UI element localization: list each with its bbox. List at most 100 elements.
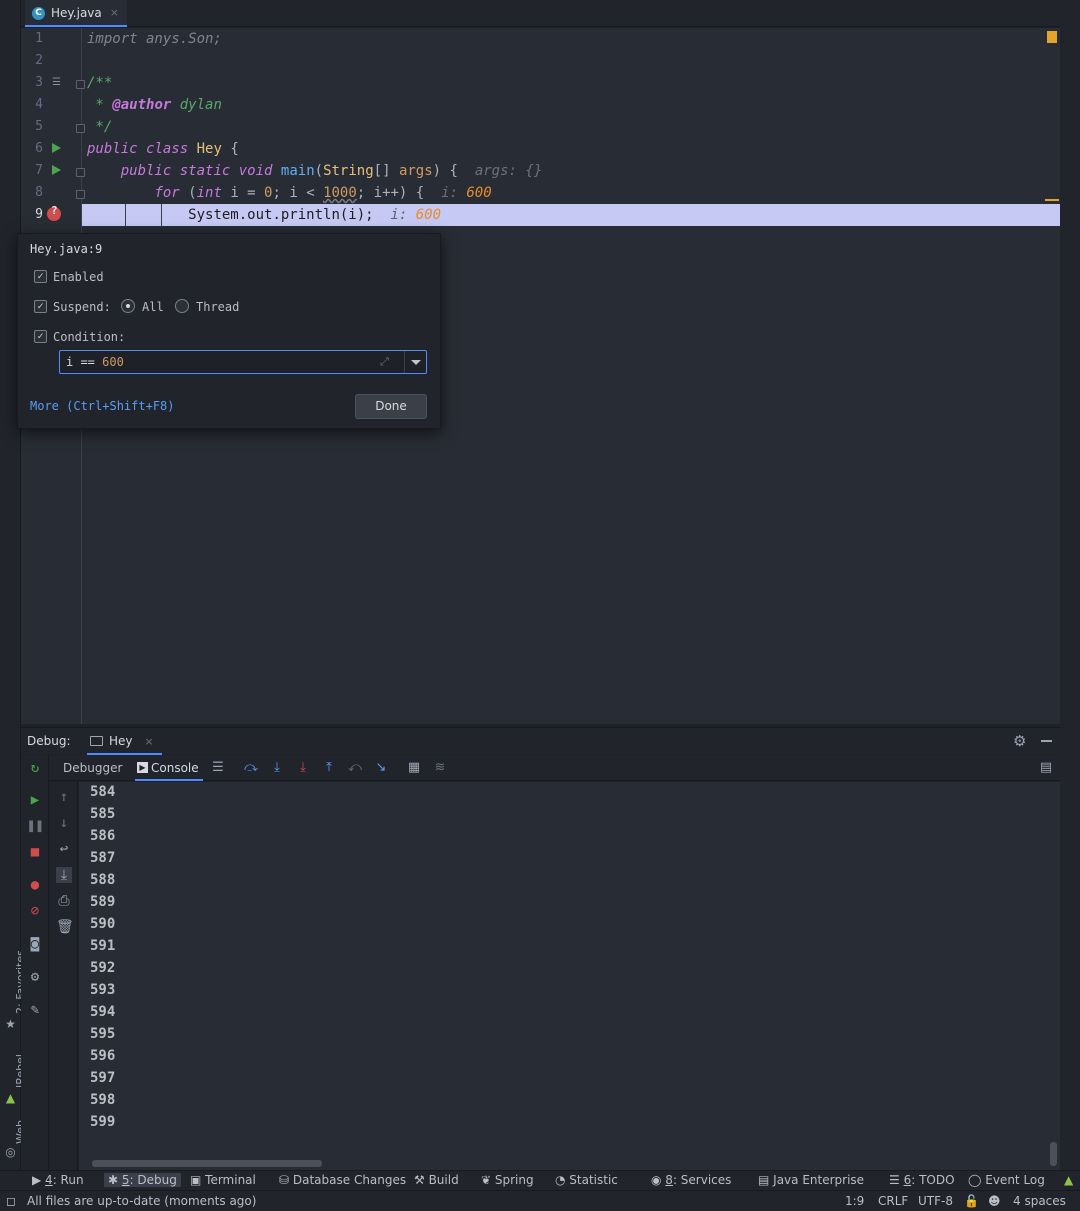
line-number: 4 <box>35 97 43 112</box>
tool-window-terminal[interactable]: ▣ Terminal <box>190 1173 256 1187</box>
jrebel-tool-tab[interactable]: JRebel ▲ <box>0 1050 27 1110</box>
evaluate-expression-icon[interactable]: ▦ <box>406 760 422 776</box>
console-line: 596 <box>90 1048 116 1064</box>
run-class-icon[interactable] <box>52 143 61 153</box>
trace-stream-icon[interactable]: ≋ <box>432 760 448 776</box>
favorites-tool-tab[interactable]: 2: Favorites ★ <box>0 940 27 1031</box>
status-message[interactable]: All files are up-to-date (moments ago) <box>27 1194 256 1208</box>
mute-breakpoints-icon[interactable]: ⊘ <box>27 903 43 919</box>
line-number: 2 <box>35 53 43 68</box>
line-number: 5 <box>35 119 43 134</box>
vertical-scrollbar[interactable] <box>1050 1142 1057 1166</box>
debug-label: Debug: <box>27 734 71 748</box>
doc-comment-icon[interactable]: ☰ <box>52 77 61 88</box>
debug-session-tab-hey[interactable]: Hey × <box>87 728 162 755</box>
code-line-6: public class Hey { <box>87 141 239 157</box>
inspector-icon[interactable]: ☻ <box>988 1194 1001 1208</box>
resume-icon[interactable]: ▶ <box>27 792 43 808</box>
fold-marker-icon[interactable] <box>76 190 85 199</box>
caret-position[interactable]: 1:9 <box>845 1194 864 1208</box>
rerun-icon[interactable]: ↻ <box>27 760 43 776</box>
line-number: 1 <box>35 31 43 46</box>
horizontal-scrollbar[interactable] <box>92 1160 322 1167</box>
step-over-icon[interactable]: ⤼ <box>243 760 259 776</box>
enabled-checkbox[interactable]: ✓ <box>34 270 47 283</box>
status-window-icon[interactable]: ◻ <box>6 1194 16 1208</box>
gear-icon[interactable]: ⚙ <box>1013 732 1026 750</box>
lock-icon[interactable]: 🔓 <box>964 1194 979 1208</box>
session-icon <box>90 736 103 746</box>
line-number: 8 <box>35 185 43 200</box>
web-tool-tab[interactable]: Web ◎ <box>0 1120 27 1160</box>
close-tab-icon[interactable]: × <box>110 6 119 19</box>
fold-marker-icon[interactable] <box>76 168 85 177</box>
close-session-icon[interactable]: × <box>144 735 153 748</box>
run-to-cursor-icon[interactable]: ↘ <box>373 760 389 776</box>
suspend-checkbox[interactable]: ✓ <box>34 300 47 313</box>
console-line: 595 <box>90 1026 116 1042</box>
tool-window-build[interactable]: ⚒ Build <box>414 1173 459 1187</box>
minimize-icon[interactable] <box>1041 740 1052 742</box>
done-button[interactable]: Done <box>355 394 427 419</box>
console-line: 591 <box>90 938 116 954</box>
file-encoding[interactable]: UTF-8 <box>918 1194 953 1208</box>
line-separator[interactable]: CRLF <box>878 1194 908 1208</box>
tool-window-event-log[interactable]: ◯ Event Log <box>968 1173 1045 1187</box>
pin-icon[interactable]: ✎ <box>27 1002 43 1018</box>
jrebel-icon[interactable]: ▲ <box>1064 1173 1073 1187</box>
fold-marker-icon[interactable] <box>76 80 85 89</box>
layout-settings-icon[interactable]: ▤ <box>1038 760 1054 776</box>
tool-window-todo[interactable]: ☰ 6: TODO <box>889 1173 955 1187</box>
pause-icon[interactable]: ❚❚ <box>27 818 44 834</box>
trash-icon[interactable]: 🗑 <box>56 919 74 935</box>
line-number: 7 <box>35 163 43 178</box>
print-icon[interactable]: ⎙ <box>56 893 72 909</box>
soft-wrap-icon[interactable]: ↩ <box>56 841 72 857</box>
tab-console[interactable]: ▶ Console <box>135 755 203 781</box>
fold-marker-icon[interactable] <box>76 124 85 133</box>
enabled-label: Enabled <box>53 270 104 284</box>
inlay-hint-i: i: <box>441 185 458 201</box>
gear-icon[interactable]: ⚙ <box>27 969 43 985</box>
condition-value: i == 600 <box>66 355 124 369</box>
view-breakpoints-icon[interactable]: ● <box>27 877 43 893</box>
breakpoint-location: Hey.java:9 <box>30 242 103 256</box>
console-output[interactable]: 584 585 586 587 588 589 590 591 592 593 594 595 596 5… <box>79 782 1060 1170</box>
tool-window-bar: ▶ 4: Run ✱ 5: Debug ▣ Terminal ⛁ Databas… <box>0 1170 1080 1190</box>
expand-icon[interactable]: ⤢ <box>380 355 389 369</box>
error-stripe-marker[interactable] <box>1045 199 1059 201</box>
tool-window-services[interactable]: ◉ 8: Services <box>651 1173 731 1187</box>
scroll-to-end-icon[interactable]: ⤓ <box>56 867 72 883</box>
tool-window-java-enterprise[interactable]: ▤ Java Enterprise <box>758 1173 864 1187</box>
tool-window-run[interactable]: ▶ 4: Run <box>32 1173 84 1187</box>
indent-setting[interactable]: 4 spaces <box>1013 1194 1066 1208</box>
tool-window-statistic[interactable]: ◔ Statistic <box>555 1173 618 1187</box>
drop-frame-icon[interactable]: ⤺ <box>347 760 363 776</box>
warning-marker-icon[interactable] <box>1047 31 1057 43</box>
step-out-icon[interactable]: ⤒ <box>321 760 337 776</box>
tab-debugger[interactable]: Debugger <box>63 755 122 781</box>
condition-checkbox[interactable]: ✓ <box>34 330 47 343</box>
force-step-into-icon[interactable]: ⤓ <box>295 760 311 776</box>
frames-menu-icon[interactable]: ☰ <box>210 760 226 776</box>
tool-window-spring[interactable]: ❦ Spring <box>481 1173 534 1187</box>
arrow-down-icon[interactable]: ↓ <box>56 815 72 831</box>
java-class-icon: C <box>32 7 45 20</box>
suspend-all-radio[interactable] <box>121 299 135 313</box>
editor-tab-label: Hey.java <box>51 5 102 20</box>
editor-tab-hey-java[interactable]: C Hey.java × <box>25 0 127 27</box>
condition-input[interactable]: i == 600 ⤢ <box>59 350 427 374</box>
suspend-label: Suspend: <box>53 300 111 314</box>
step-into-icon[interactable]: ⤓ <box>269 760 285 776</box>
tool-window-database-changes[interactable]: ⛁ Database Changes <box>279 1173 406 1187</box>
star-icon: ★ <box>5 1017 16 1031</box>
camera-icon[interactable]: ◙ <box>27 936 43 952</box>
stop-icon[interactable]: ■ <box>27 844 43 860</box>
chevron-down-icon[interactable] <box>411 360 421 365</box>
suspend-thread-radio[interactable] <box>175 299 189 313</box>
more-settings-link[interactable]: More (Ctrl+Shift+F8) <box>30 399 175 413</box>
arrow-up-icon[interactable]: ↑ <box>56 789 72 805</box>
run-main-icon[interactable] <box>52 165 61 175</box>
left-tool-strip: 2: Favorites ★ JRebel ▲ Web ◎ <box>0 0 27 1190</box>
tool-window-debug[interactable]: ✱ 5: Debug <box>104 1173 181 1187</box>
